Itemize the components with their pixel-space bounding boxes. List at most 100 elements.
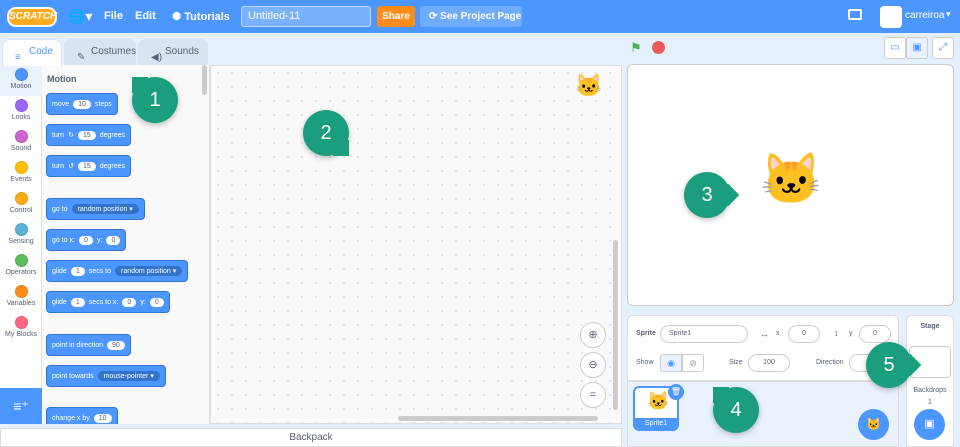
cat-plus-icon: 🐱 xyxy=(866,417,881,431)
block-input[interactable]: 10 xyxy=(73,99,91,109)
glide-to-xy-block[interactable]: glide 1 secs to x: 0 y: 0 xyxy=(46,291,170,313)
size-input[interactable]: 100 xyxy=(748,354,790,372)
glide-to-block[interactable]: glide 1 secs to random position ▾ xyxy=(46,260,189,282)
category-operators[interactable]: Operators xyxy=(0,251,42,282)
block-palette: Motion move 10 steps turn ↻ 15 degrees t… xyxy=(42,65,210,424)
point-towards-dropdown[interactable]: mouse-pointer ▾ xyxy=(97,371,160,381)
palette-scrollbar[interactable] xyxy=(202,65,207,95)
category-sound[interactable]: Sound xyxy=(0,127,42,158)
block-input[interactable]: 1 xyxy=(70,297,85,307)
category-sensing[interactable]: Sensing xyxy=(0,220,42,251)
edit-menu[interactable]: Edit xyxy=(135,10,156,22)
sprite-cat-icon[interactable]: 🐱 xyxy=(760,150,822,209)
share-button[interactable]: Share xyxy=(377,6,415,27)
sprite-name-input[interactable]: Sprite1 xyxy=(660,325,748,343)
workspace-vertical-scrollbar[interactable] xyxy=(613,240,618,410)
category-looks[interactable]: Looks xyxy=(0,96,42,127)
move-steps-block[interactable]: move 10 steps xyxy=(46,93,118,115)
tab-costumes[interactable]: ✎ Costumes xyxy=(64,39,136,65)
category-control[interactable]: Control xyxy=(0,189,42,220)
category-looks-dot xyxy=(14,99,28,112)
tutorials-menu[interactable]: ✺ Tutorials xyxy=(172,10,230,23)
backdrops-count: 1 xyxy=(928,399,932,406)
stop-icon[interactable] xyxy=(652,41,665,54)
category-menu: Motion Looks Sound Events Control Sensin… xyxy=(0,65,42,388)
backdrops-label: Backdrops xyxy=(913,387,947,394)
block-text: secs to x: xyxy=(88,298,119,306)
block-input[interactable]: 15 xyxy=(77,161,96,171)
block-input[interactable]: 0 xyxy=(78,235,93,245)
block-text: degrees xyxy=(99,131,126,139)
block-input[interactable]: 90 xyxy=(106,340,125,350)
change-x-block[interactable]: change x by 10 xyxy=(46,407,118,424)
zoom-out-icon: ⊖ xyxy=(588,359,598,371)
tab-costumes-label: Costumes xyxy=(91,46,137,57)
file-menu[interactable]: File xyxy=(104,10,123,22)
block-text: go to xyxy=(52,205,68,213)
x-arrows-icon: ↔ xyxy=(760,329,769,339)
block-input[interactable]: 0 xyxy=(122,297,137,307)
block-text: y: xyxy=(96,236,103,244)
sprite-cat-icon: 🐱 xyxy=(647,391,670,411)
add-extension-button[interactable]: ≡⁺ xyxy=(0,388,42,424)
category-operators-dot xyxy=(14,254,28,267)
category-motion[interactable]: Motion xyxy=(0,65,42,96)
dropdown-value: mouse-pointer xyxy=(103,373,149,380)
zoom-out-button[interactable]: ⊖ xyxy=(580,352,606,378)
block-input[interactable]: 10 xyxy=(93,413,112,423)
username[interactable]: carreiroa xyxy=(905,10,944,21)
add-sprite-button[interactable]: 🐱 xyxy=(858,409,889,440)
category-my-blocks[interactable]: My Blocks xyxy=(0,313,42,344)
add-backdrop-button[interactable]: ▣ xyxy=(914,409,945,440)
code-workspace[interactable] xyxy=(210,65,622,424)
palette-title: Motion xyxy=(47,74,77,84)
green-flag-icon[interactable]: ⚑ xyxy=(630,40,642,56)
go-to-dropdown[interactable]: random position ▾ xyxy=(71,204,139,214)
show-visible-button[interactable]: ◉ xyxy=(660,354,682,372)
point-in-direction-block[interactable]: point in direction 90 xyxy=(46,334,131,356)
tab-code[interactable]: ≡ Code xyxy=(2,39,62,66)
zoom-reset-button[interactable]: = xyxy=(580,382,606,408)
block-input[interactable]: 15 xyxy=(77,130,96,140)
go-to-xy-block[interactable]: go to x: 0 y: 0 xyxy=(46,229,127,251)
category-label: Motion xyxy=(10,83,32,90)
block-input[interactable]: 0 xyxy=(149,297,164,307)
turn-cw-block[interactable]: turn ↻ 15 degrees xyxy=(46,124,132,146)
x-position-input[interactable]: 0 xyxy=(788,325,820,343)
delete-sprite-button[interactable]: 🗑 xyxy=(668,384,684,400)
block-text: point towards xyxy=(52,372,94,380)
point-towards-block[interactable]: point towards mouse-pointer ▾ xyxy=(46,365,166,387)
category-variables[interactable]: Variables xyxy=(0,282,42,313)
small-stage-icon: ▭ xyxy=(890,42,900,53)
category-label: Control xyxy=(9,207,33,214)
chevron-down-icon[interactable]: ▾ xyxy=(946,9,951,20)
see-project-page-button[interactable]: ⟳ See Project Page xyxy=(420,6,522,27)
category-events[interactable]: Events xyxy=(0,158,42,189)
show-hidden-button[interactable]: ⊘ xyxy=(682,354,704,372)
block-input[interactable]: 1 xyxy=(70,266,85,276)
fullscreen-button[interactable]: ⤢ xyxy=(932,37,954,59)
glide-dropdown[interactable]: random position ▾ xyxy=(114,266,183,276)
tab-sounds[interactable]: ◀) Sounds xyxy=(138,39,208,65)
normal-stage-button[interactable]: ▣ xyxy=(906,37,928,59)
turn-ccw-block[interactable]: turn ↺ 15 degrees xyxy=(46,155,132,177)
go-to-block[interactable]: go to random position ▾ xyxy=(46,198,145,220)
y-position-input[interactable]: 0 xyxy=(859,325,891,343)
scratch-logo[interactable]: SCRATCH xyxy=(7,7,57,27)
callout-marker: 2 xyxy=(303,110,349,156)
language-globe-icon[interactable]: 🌐▾ xyxy=(68,8,92,25)
block-input[interactable]: 0 xyxy=(106,235,121,245)
small-stage-button[interactable]: ▭ xyxy=(884,37,906,59)
category-variables-dot xyxy=(14,285,28,298)
avatar[interactable] xyxy=(880,6,902,28)
size-label: Size xyxy=(729,359,743,366)
project-title-input[interactable]: Untitled-11 xyxy=(241,6,371,27)
y-arrows-icon: ↕ xyxy=(834,328,839,338)
backpack[interactable]: Backpack xyxy=(0,428,622,447)
workspace-horizontal-scrollbar[interactable] xyxy=(398,416,598,421)
direction-label: Direction xyxy=(816,359,844,366)
zoom-in-button[interactable]: ⊕ xyxy=(580,322,606,348)
eye-icon: ◉ xyxy=(667,358,675,368)
my-stuff-folder-icon[interactable] xyxy=(848,9,862,20)
category-label: Events xyxy=(10,176,32,183)
